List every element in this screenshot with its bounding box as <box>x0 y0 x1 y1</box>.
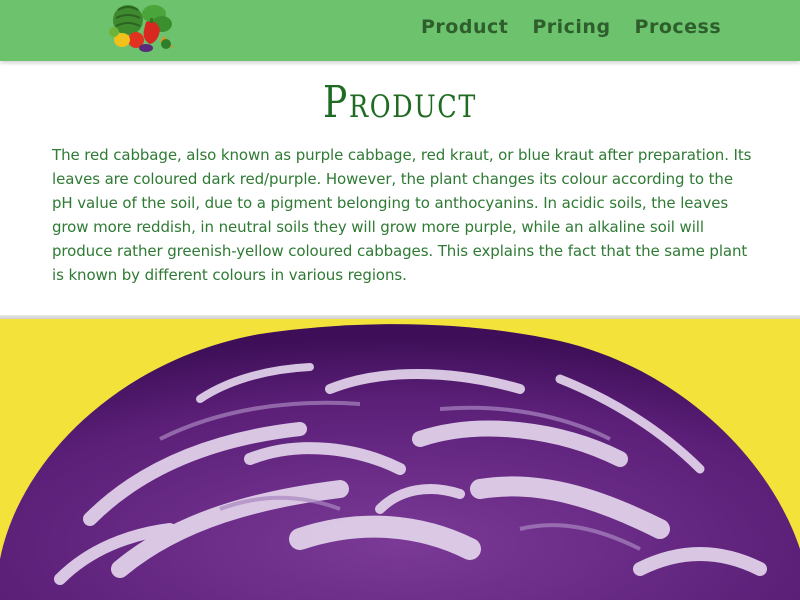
vegetables-logo-icon[interactable] <box>106 0 178 54</box>
nav-link-pricing[interactable]: Pricing <box>532 14 610 40</box>
product-description: The red cabbage, also known as purple ca… <box>52 146 752 284</box>
nav-link-process[interactable]: Process <box>635 14 722 40</box>
nav-link-product[interactable]: Product <box>421 14 508 40</box>
product-section: Product The red cabbage, also known as p… <box>0 61 800 318</box>
navbar: Product Pricing Process <box>0 0 800 61</box>
nav-links: Product Pricing Process <box>421 14 721 40</box>
page-title: Product <box>323 77 477 128</box>
red-cabbage-cross-section-image <box>0 319 800 600</box>
